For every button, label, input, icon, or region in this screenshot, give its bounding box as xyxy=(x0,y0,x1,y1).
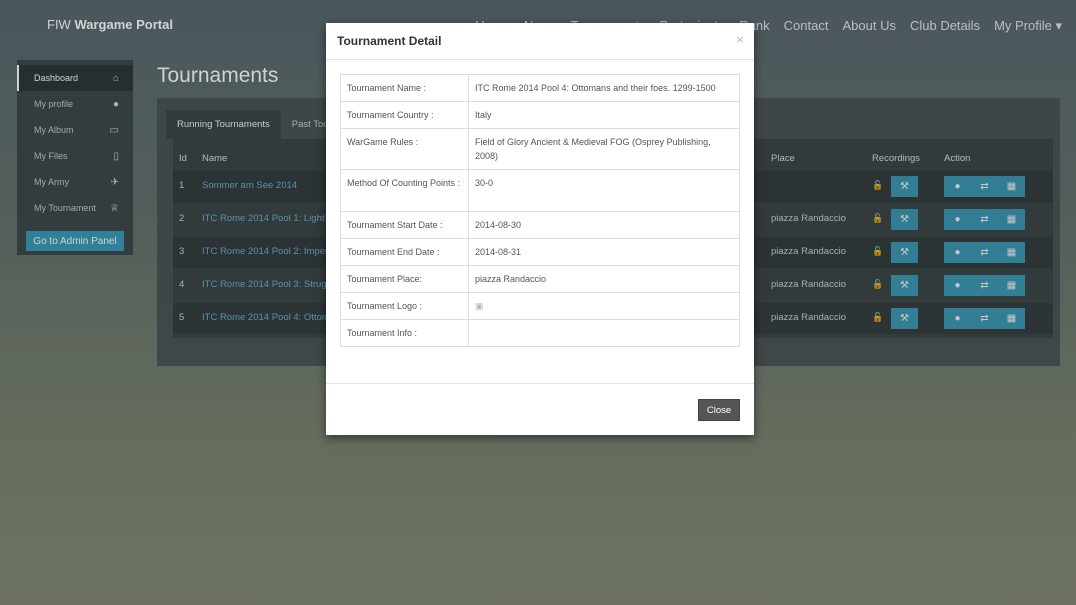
close-button[interactable]: Close xyxy=(698,399,740,421)
modal-title: Tournament Detail xyxy=(337,34,442,48)
modal-footer: Close xyxy=(326,383,754,435)
broken-image-icon: ▣ xyxy=(475,301,484,311)
detail-row: Tournament End Date :2014-08-31 xyxy=(340,238,740,266)
detail-row: Tournament Start Date :2014-08-30 xyxy=(340,211,740,239)
detail-row: Tournament Place: piazza Randaccio xyxy=(340,265,740,293)
detail-table: Tournament Name : ITC Rome 2014 Pool 4: O… xyxy=(340,74,740,347)
detail-row: Tournament Logo : ▣ xyxy=(340,292,740,320)
detail-row: Tournament Country : Italy xyxy=(340,101,740,129)
detail-row: Tournament Name : ITC Rome 2014 Pool 4: O… xyxy=(340,74,740,102)
detail-row: Tournament Info : xyxy=(340,319,740,347)
modal-header: Tournament Detail × xyxy=(326,23,754,60)
tournament-detail-modal: Tournament Detail × Tournament Name : ITC… xyxy=(326,23,754,435)
close-icon[interactable]: × xyxy=(736,32,744,47)
detail-row: Method Of Counting Points :30-0 xyxy=(340,169,740,212)
detail-row: WarGame Rules : Field of Glory Ancient & … xyxy=(340,128,740,170)
